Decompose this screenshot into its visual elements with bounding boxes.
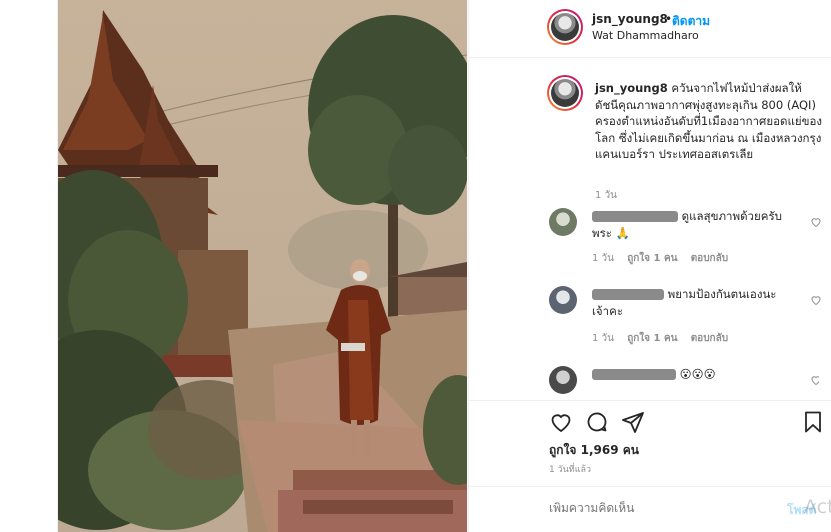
add-comment-input[interactable] [549, 501, 759, 515]
comment-icon[interactable] [585, 410, 609, 434]
heart-icon[interactable] [549, 410, 573, 434]
caption-time: 1 วัน [595, 190, 617, 201]
caption-username[interactable]: jsn_young8 [595, 81, 668, 95]
comment-like-icon[interactable] [810, 216, 822, 228]
reply-button[interactable]: ตอบกลับ [691, 333, 728, 344]
app-frame: jsn_young8 • ติดตาม Wat Dhammadharo jsn_… [0, 0, 831, 532]
commenter-avatar[interactable] [549, 208, 577, 236]
activation-watermark: Act [804, 496, 831, 518]
post-location[interactable]: Wat Dhammadharo [592, 29, 699, 42]
bookmark-icon[interactable] [801, 410, 825, 434]
comment-body: พยามป้องกันตนเองนะเจ้าคะ [592, 286, 788, 320]
comment-text: 😮😮😮 [679, 367, 716, 381]
author-avatar[interactable] [547, 9, 583, 45]
post-panel: jsn_young8 • ติดตาม Wat Dhammadharo jsn_… [468, 0, 831, 532]
commenter-avatar[interactable] [549, 366, 577, 394]
comment-meta: 1 วัน ถูกใจ 1 คน ตอบกลับ [592, 251, 738, 266]
comment-like-icon[interactable] [810, 374, 819, 386]
photo-scene [58, 0, 467, 532]
share-icon[interactable] [621, 410, 645, 434]
post-caption: jsn_young8 ควันจากไฟไหม้ป่าส่งผลให้ดัชนี… [595, 80, 823, 163]
like-count[interactable]: ถูกใจ 1,969 คน [549, 441, 639, 460]
post-actions [549, 410, 821, 436]
posted-time: 1 วันที่แล้ว [549, 465, 592, 475]
post-photo[interactable] [58, 0, 467, 532]
comment-meta: 1 วัน ถูกใจ 1 คน ตอบกลับ [592, 331, 738, 346]
comment-item: ดูแลสุขภาพด้วยครับพระ 🙏 1 วัน ถูกใจ 1 คน… [549, 208, 822, 268]
comment-item: พยามป้องกันตนเองนะเจ้าคะ 1 วัน ถูกใจ 1 ค… [549, 286, 822, 346]
author-username[interactable]: jsn_young8 [592, 12, 668, 26]
comment-time: 1 วัน [592, 253, 614, 264]
commenter-username-redacted[interactable] [592, 369, 676, 380]
comment-box-divider [469, 486, 831, 487]
reply-button[interactable]: ตอบกลับ [691, 253, 728, 264]
commenter-username-redacted[interactable] [592, 211, 678, 222]
comment-like-icon[interactable] [810, 294, 822, 306]
comment-likes[interactable]: ถูกใจ 1 คน [627, 253, 677, 264]
comment-body: 😮😮😮 [592, 366, 788, 383]
post-header: jsn_young8 • ติดตาม Wat Dhammadharo [469, 0, 831, 58]
comment-likes[interactable]: ถูกใจ 1 คน [627, 333, 677, 344]
caption-avatar[interactable] [547, 75, 583, 111]
commenter-avatar[interactable] [549, 286, 577, 314]
comment-body: ดูแลสุขภาพด้วยครับพระ 🙏 [592, 208, 788, 242]
actions-divider [469, 400, 831, 401]
left-gutter [0, 0, 58, 532]
comment-item: 😮😮😮 [549, 366, 819, 396]
comment-time: 1 วัน [592, 333, 614, 344]
commenter-username-redacted[interactable] [592, 289, 664, 300]
